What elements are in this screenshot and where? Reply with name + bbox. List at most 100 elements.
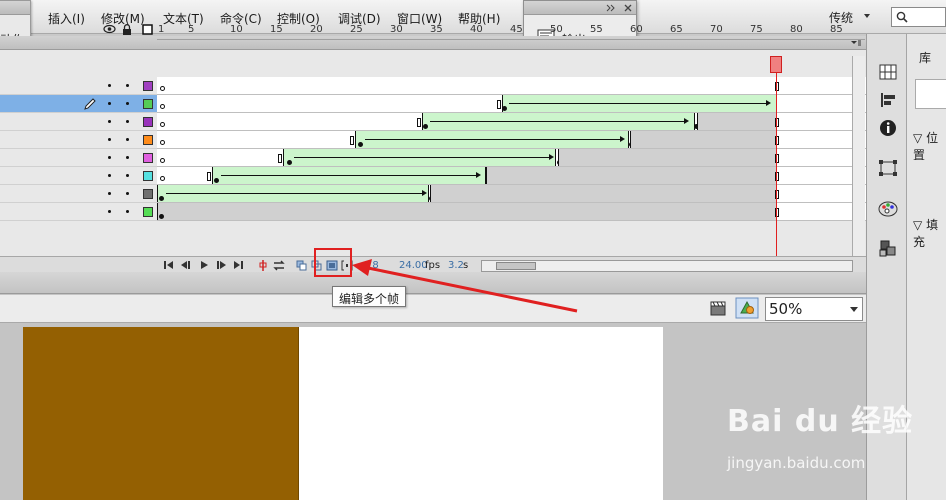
keyframe[interactable] bbox=[214, 178, 219, 183]
visibility-toggle[interactable] bbox=[108, 210, 111, 213]
frame-rate[interactable]: 24.00 bbox=[399, 260, 428, 271]
onion-skin-icon[interactable] bbox=[296, 260, 308, 271]
lock-toggle[interactable] bbox=[126, 120, 129, 123]
layer-row[interactable] bbox=[0, 167, 157, 185]
edit-scene-icon[interactable] bbox=[709, 300, 729, 318]
timeline-horizontal-scrollbar[interactable] bbox=[481, 260, 853, 272]
loop-icon[interactable] bbox=[271, 260, 287, 271]
keyframe[interactable] bbox=[159, 214, 164, 219]
static-frames[interactable] bbox=[430, 185, 777, 202]
lock-toggle[interactable] bbox=[126, 210, 129, 213]
keyframe[interactable] bbox=[423, 124, 428, 129]
lock-toggle[interactable] bbox=[126, 102, 129, 105]
center-frame-icon[interactable] bbox=[259, 260, 267, 271]
layer-outline-color[interactable] bbox=[143, 99, 153, 109]
menu-insert[interactable]: 插入(I) bbox=[48, 10, 85, 27]
visibility-toggle[interactable] bbox=[108, 156, 111, 159]
layer-outline-color[interactable] bbox=[143, 153, 153, 163]
empty-keyframe bbox=[160, 104, 165, 109]
layer-row[interactable] bbox=[0, 185, 157, 203]
keyframe[interactable] bbox=[287, 160, 292, 165]
panel-titlebar[interactable] bbox=[524, 1, 636, 15]
lock-toggle[interactable] bbox=[126, 156, 129, 159]
keyframe[interactable] bbox=[159, 196, 164, 201]
scrollbar-thumb[interactable] bbox=[496, 262, 536, 270]
timeline-vertical-scrollbar[interactable] bbox=[852, 56, 865, 256]
visibility-toggle[interactable] bbox=[108, 84, 111, 87]
layer-outline-color[interactable] bbox=[143, 135, 153, 145]
elapsed-time-unit: s bbox=[463, 260, 469, 271]
static-frames[interactable] bbox=[486, 167, 777, 184]
play-icon[interactable] bbox=[199, 260, 209, 270]
keyframe[interactable] bbox=[358, 142, 363, 147]
ruler-tick-label: 40 bbox=[470, 24, 483, 35]
zoom-select[interactable]: 50% bbox=[765, 297, 863, 321]
info-icon[interactable] bbox=[877, 118, 899, 138]
layer-row[interactable] bbox=[0, 149, 157, 167]
lock-toggle[interactable] bbox=[126, 84, 129, 87]
step-forward-icon[interactable] bbox=[216, 260, 227, 270]
library-tab[interactable]: 库 bbox=[919, 49, 931, 66]
lock-toggle[interactable] bbox=[126, 174, 129, 177]
elapsed-time: 3.2 bbox=[448, 260, 464, 271]
static-frames[interactable] bbox=[558, 149, 777, 166]
stage-titlebar[interactable] bbox=[0, 272, 866, 294]
panel-menu-icon[interactable] bbox=[850, 39, 862, 47]
ruler-tick-label: 80 bbox=[790, 24, 803, 35]
brown-rectangle-shape[interactable] bbox=[23, 327, 299, 500]
current-frame[interactable]: 78 bbox=[366, 260, 379, 271]
layer-row[interactable] bbox=[0, 113, 157, 131]
ruler-tick-label: 10 bbox=[230, 24, 243, 35]
visibility-toggle[interactable] bbox=[108, 120, 111, 123]
panel-titlebar[interactable] bbox=[0, 1, 30, 15]
step-back-icon[interactable] bbox=[180, 260, 191, 270]
playhead[interactable] bbox=[770, 56, 782, 73]
lock-toggle[interactable] bbox=[126, 192, 129, 195]
layer-outline-color[interactable] bbox=[143, 189, 153, 199]
transform-icon[interactable] bbox=[877, 158, 899, 178]
go-to-last-frame-icon[interactable] bbox=[233, 260, 244, 270]
collapse-icon[interactable] bbox=[606, 4, 616, 12]
layer-outline-color[interactable] bbox=[143, 81, 153, 91]
ruler-tick-label: 5 bbox=[188, 24, 195, 35]
keyframe[interactable] bbox=[502, 106, 507, 111]
stage-canvas[interactable] bbox=[23, 327, 663, 500]
layer-row[interactable] bbox=[0, 131, 157, 149]
outline-icon[interactable] bbox=[142, 24, 153, 35]
layer-row[interactable] bbox=[0, 95, 157, 113]
ruler-tick-label: 20 bbox=[310, 24, 323, 35]
frame-row bbox=[157, 203, 866, 221]
lock-toggle[interactable] bbox=[126, 138, 129, 141]
color-palette-icon[interactable] bbox=[877, 199, 899, 219]
lock-icon[interactable] bbox=[122, 24, 132, 35]
layer-outline-color[interactable] bbox=[143, 117, 153, 127]
layer-row[interactable] bbox=[0, 203, 157, 221]
visibility-toggle[interactable] bbox=[108, 174, 111, 177]
align-icon[interactable] bbox=[877, 62, 899, 82]
components-icon[interactable] bbox=[877, 239, 899, 259]
layer-outline-color[interactable] bbox=[143, 171, 153, 181]
visibility-toggle[interactable] bbox=[108, 138, 111, 141]
align-panel-icon[interactable] bbox=[877, 90, 899, 110]
go-to-first-frame-icon[interactable] bbox=[163, 260, 174, 270]
ruler-tick-label: 30 bbox=[390, 24, 403, 35]
search-input[interactable] bbox=[891, 7, 946, 27]
empty-keyframe bbox=[160, 140, 165, 145]
fill-section[interactable]: ▽ 填充 bbox=[913, 216, 946, 250]
static-frames[interactable] bbox=[630, 131, 777, 148]
visibility-toggle[interactable] bbox=[108, 102, 111, 105]
edit-symbols-icon[interactable] bbox=[735, 297, 759, 319]
chevron-down-icon[interactable] bbox=[850, 307, 858, 312]
static-frames[interactable] bbox=[157, 203, 777, 220]
eye-icon[interactable] bbox=[103, 24, 116, 34]
frame-grid[interactable] bbox=[157, 77, 866, 221]
chevron-down-icon[interactable] bbox=[864, 14, 870, 18]
annotation-highlight-box bbox=[314, 248, 352, 277]
position-section[interactable]: ▽ 位置 bbox=[913, 129, 946, 163]
layer-outline-color[interactable] bbox=[143, 207, 153, 217]
static-frames[interactable] bbox=[697, 113, 777, 130]
close-icon[interactable] bbox=[624, 4, 632, 12]
visibility-toggle[interactable] bbox=[108, 192, 111, 195]
layer-row[interactable] bbox=[0, 77, 157, 95]
end-frame bbox=[497, 100, 501, 109]
